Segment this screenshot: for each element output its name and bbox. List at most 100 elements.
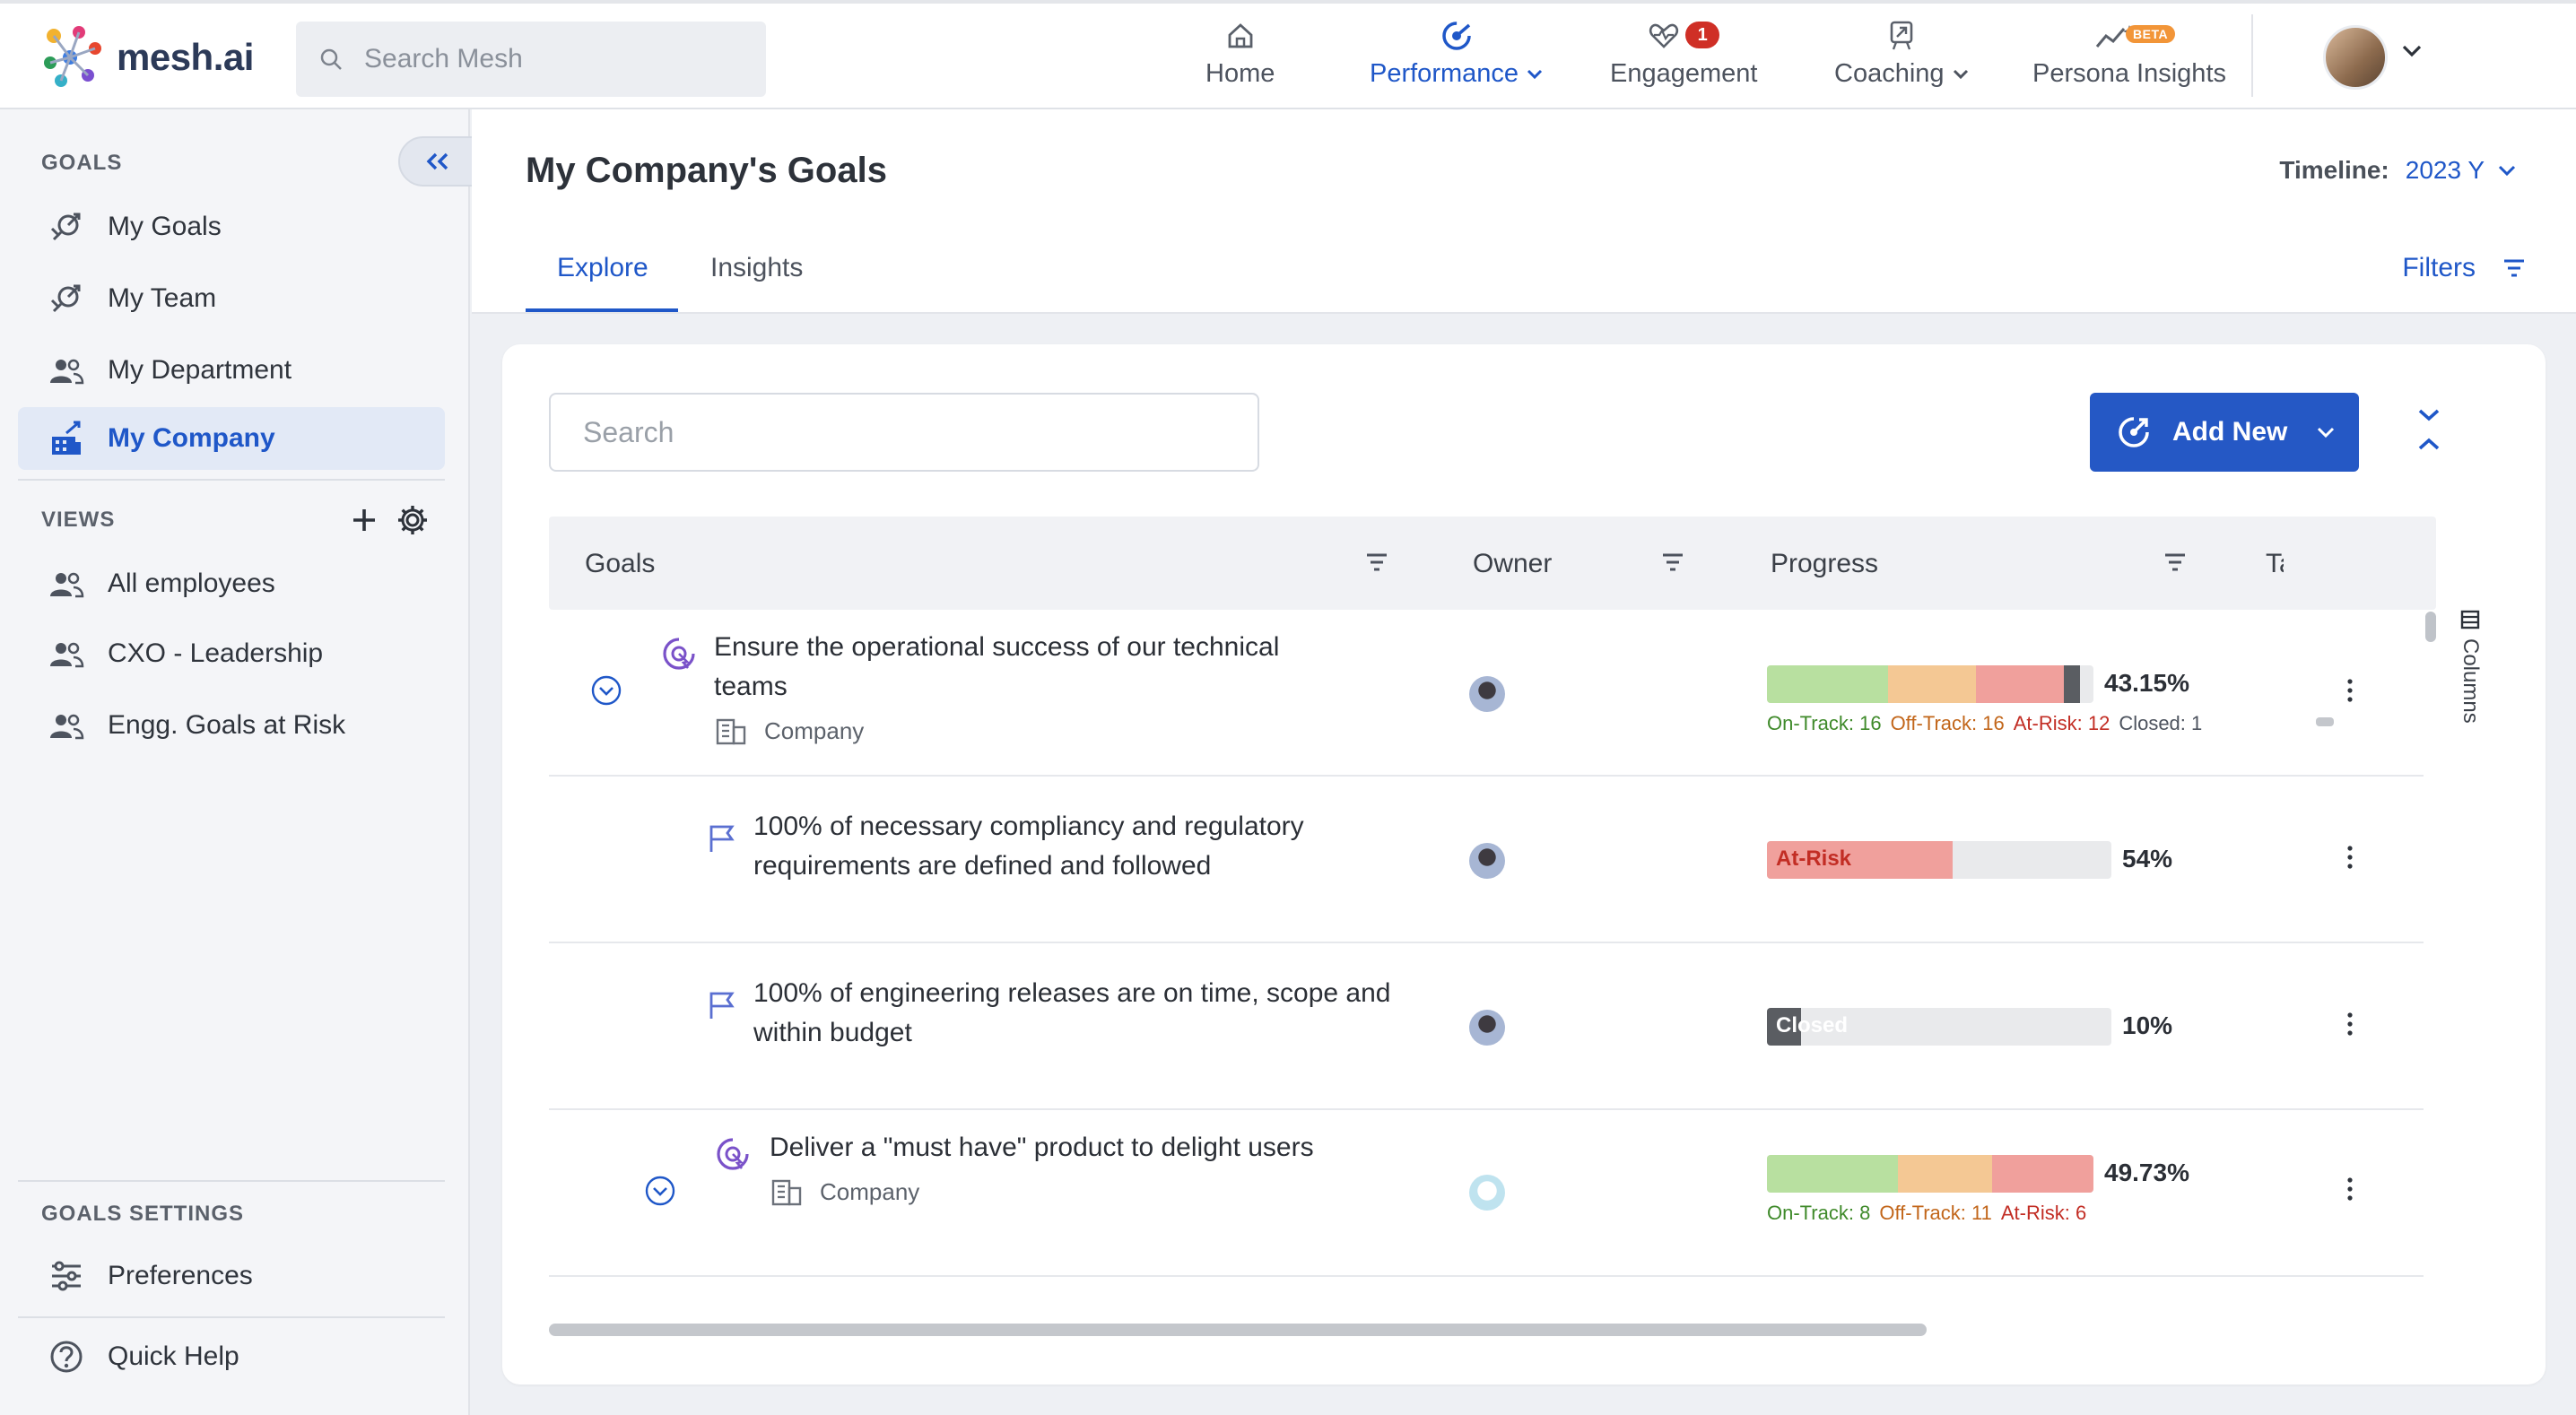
- goal-title-line[interactable]: within budget: [753, 1013, 1390, 1053]
- goal-title-line[interactable]: requirements are defined and followed: [753, 846, 1304, 886]
- table-row[interactable]: 100% of necessary compliancy and regulat…: [549, 777, 2424, 943]
- sidebar-divider: [18, 1316, 445, 1318]
- key-result-flag-icon: [709, 992, 735, 1019]
- performance-icon: [1442, 22, 1471, 50]
- owner-avatar[interactable]: [1469, 1010, 1505, 1046]
- global-search-input[interactable]: Search Mesh: [296, 22, 766, 97]
- filters-button[interactable]: Filters: [2402, 253, 2526, 283]
- sidebar-item-my-team[interactable]: My Team: [18, 267, 445, 330]
- horizontal-scrollbar[interactable]: [549, 1324, 1927, 1336]
- progress-percent: 54%: [2122, 845, 2173, 872]
- timeline-value: 2023 Y: [2405, 156, 2485, 184]
- vertical-scrollbar[interactable]: [2425, 612, 2436, 642]
- nav-coaching[interactable]: Coaching: [1834, 18, 1970, 111]
- app-logo[interactable]: mesh.ai: [39, 23, 254, 91]
- engagement-badge: 1: [1685, 22, 1720, 48]
- legend-closed: Closed: 1: [2119, 712, 2203, 734]
- goal-title-line[interactable]: Deliver a "must have" product to delight…: [770, 1128, 1314, 1168]
- progress-bar: Closed: [1767, 1008, 2111, 1046]
- expand-row-icon[interactable]: [590, 674, 622, 707]
- owner-avatar[interactable]: [1469, 1175, 1505, 1211]
- legend-at-risk: At-Risk: 12: [2013, 712, 2110, 734]
- more-options-icon[interactable]: [2341, 1011, 2359, 1037]
- objective-icon: [717, 1138, 749, 1170]
- legend-off-track: Off-Track: 16: [1890, 712, 2005, 734]
- help-circle-icon: [50, 1341, 83, 1373]
- goals-search-input[interactable]: Search: [549, 393, 1259, 472]
- timeline-label: Timeline:: [2279, 156, 2389, 184]
- goal-title-line[interactable]: teams: [714, 667, 1279, 707]
- table-row[interactable]: Deliver a "must have" product to delight…: [549, 1110, 2424, 1277]
- company-building-icon: [52, 421, 81, 455]
- team-goal-icon: [50, 284, 81, 313]
- user-avatar[interactable]: [2323, 25, 2388, 90]
- goal-title-line[interactable]: 100% of necessary compliancy and regulat…: [753, 807, 1304, 846]
- column-header-goals: Goals: [585, 549, 656, 578]
- sidebar-item-all-employees[interactable]: All employees: [18, 552, 445, 615]
- goal-title-line[interactable]: Ensure the operational success of our te…: [714, 628, 1279, 667]
- progress-bar: At-Risk: [1767, 841, 2111, 879]
- sidebar-item-label: My Team: [108, 283, 217, 313]
- column-filter-icon[interactable]: [1365, 552, 1388, 572]
- progress-bar: [1767, 665, 2093, 703]
- columns-label: Columns: [2459, 638, 2483, 724]
- nav-persona-insights[interactable]: BETA Persona Insights: [2031, 18, 2228, 111]
- legend-on-track: On-Track: 8: [1767, 1202, 1871, 1224]
- goal-title-line[interactable]: 100% of engineering releases are on time…: [753, 974, 1390, 1013]
- progress-percent: 49.73%: [2104, 1159, 2189, 1186]
- collapse-sidebar-button[interactable]: [398, 136, 479, 187]
- column-filter-icon[interactable]: [1661, 552, 1684, 572]
- tab-insights[interactable]: Insights: [710, 253, 803, 283]
- chevron-down-icon: [2318, 427, 2335, 438]
- nav-persona-insights-label: Persona Insights: [2032, 59, 2226, 88]
- nav-performance-label: Performance: [1370, 59, 1519, 88]
- sidebar-item-my-department[interactable]: My Department: [18, 339, 445, 402]
- columns-icon: [2460, 610, 2480, 629]
- sidebar-item-cxo-leadership[interactable]: CXO - Leadership: [18, 622, 445, 685]
- more-options-icon[interactable]: [2341, 845, 2359, 870]
- nav-engagement-label: Engagement: [1610, 59, 1758, 88]
- sidebar-item-engg-goals-at-risk[interactable]: Engg. Goals at Risk: [18, 694, 445, 757]
- add-view-icon[interactable]: [350, 506, 379, 534]
- sidebar-item-label: All employees: [108, 569, 275, 598]
- nav-coaching-label: Coaching: [1834, 59, 1945, 88]
- sidebar-item-my-company[interactable]: My Company: [18, 407, 445, 470]
- expand-collapse-icon[interactable]: [2413, 407, 2445, 452]
- sidebar-item-my-goals[interactable]: My Goals: [18, 195, 445, 258]
- goal-scope: Company: [764, 717, 865, 744]
- nav-home-label: Home: [1205, 59, 1275, 88]
- columns-toggle[interactable]: Columns: [2452, 610, 2488, 753]
- tab-explore[interactable]: Explore: [557, 253, 648, 283]
- timeline-selector[interactable]: Timeline: 2023 Y: [2279, 156, 2517, 185]
- sidebar-item-label: My Company: [108, 423, 275, 453]
- chevron-down-icon[interactable]: [2400, 43, 2424, 59]
- nav-home[interactable]: Home: [1205, 18, 1275, 111]
- gear-icon[interactable]: [396, 504, 429, 536]
- owner-avatar[interactable]: [1469, 676, 1505, 712]
- owner-avatar[interactable]: [1469, 843, 1505, 879]
- add-new-button[interactable]: Add New: [2090, 393, 2359, 472]
- top-bar: mesh.ai Search Mesh Home Performance 1 E…: [0, 0, 2576, 113]
- users-icon: [50, 642, 84, 668]
- sidebar-item-quick-help[interactable]: Quick Help: [18, 1325, 445, 1388]
- table-row[interactable]: 100% of engineering releases are on time…: [549, 943, 2424, 1110]
- filter-icon: [2504, 259, 2524, 277]
- more-options-icon[interactable]: [2341, 678, 2359, 703]
- progress-segment: [1887, 665, 1976, 703]
- progress-segment: [1897, 1155, 1993, 1193]
- progress-segment: [1767, 1155, 1898, 1193]
- legend-off-track: Off-Track: 11: [1879, 1202, 1992, 1224]
- expand-row-icon[interactable]: [644, 1175, 676, 1207]
- more-options-icon[interactable]: [2341, 1176, 2359, 1202]
- active-tab-indicator: [526, 308, 678, 312]
- column-filter-icon[interactable]: [2163, 552, 2187, 572]
- table-row[interactable]: Ensure the operational success of our te…: [549, 610, 2424, 777]
- filters-label: Filters: [2402, 253, 2476, 282]
- nav-engagement[interactable]: 1 Engagement: [1610, 18, 1757, 111]
- nav-performance[interactable]: Performance: [1356, 18, 1557, 113]
- table-header: Goals Owner Progress Ta: [549, 517, 2436, 610]
- coaching-icon: [1890, 21, 1913, 50]
- sidebar-item-preferences[interactable]: Preferences: [18, 1245, 445, 1307]
- sidebar-item-label: CXO - Leadership: [108, 638, 324, 668]
- heart-pulse-icon: [1649, 23, 1679, 48]
